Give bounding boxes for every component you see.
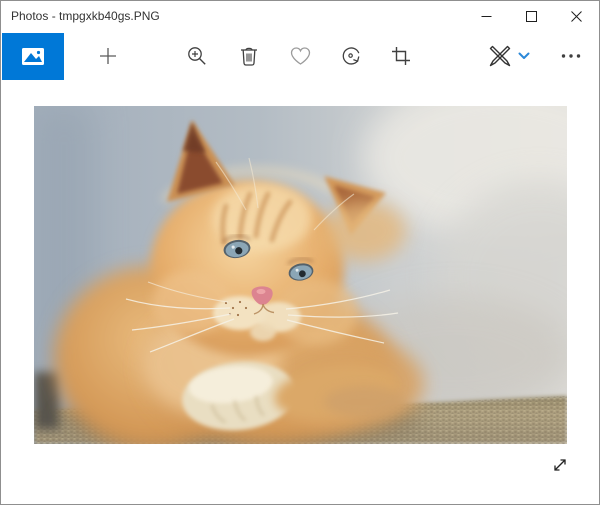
photos-app-button[interactable] — [2, 33, 64, 80]
favorite-button[interactable] — [280, 32, 320, 80]
add-button[interactable] — [88, 32, 128, 80]
zoom-button[interactable] — [177, 32, 217, 80]
chevron-down-icon — [518, 52, 530, 60]
close-icon — [571, 11, 582, 22]
plus-icon — [99, 47, 117, 65]
toolbar — [1, 32, 599, 81]
crossed-pencils-icon — [488, 44, 512, 68]
minimize-button[interactable] — [464, 1, 509, 32]
ellipsis-icon — [561, 53, 581, 59]
window-controls — [464, 1, 599, 32]
close-button[interactable] — [554, 1, 599, 32]
rotate-button[interactable] — [331, 32, 371, 80]
kitten-photo — [34, 106, 567, 444]
window-title: Photos - tmpgxkb40gs.PNG — [11, 1, 160, 32]
trash-icon — [240, 46, 258, 66]
minimize-icon — [481, 11, 492, 22]
photos-app-icon — [2, 33, 64, 80]
resize-diagonal-icon — [552, 457, 568, 473]
fullscreen-button[interactable] — [544, 449, 576, 481]
see-more-button[interactable] — [551, 32, 591, 80]
maximize-icon — [526, 11, 537, 22]
maximize-button[interactable] — [509, 1, 554, 32]
photo-canvas[interactable] — [34, 106, 567, 444]
titlebar: Photos - tmpgxkb40gs.PNG — [1, 1, 599, 32]
heart-icon — [290, 47, 311, 66]
magnifier-plus-icon — [187, 46, 207, 66]
crop-button[interactable] — [381, 32, 421, 80]
delete-button[interactable] — [229, 32, 269, 80]
crop-icon — [391, 46, 411, 66]
rotate-icon — [341, 46, 362, 67]
edit-create-button[interactable] — [480, 32, 538, 80]
photos-app-window: Photos - tmpgxkb40gs.PNG — [0, 0, 600, 505]
